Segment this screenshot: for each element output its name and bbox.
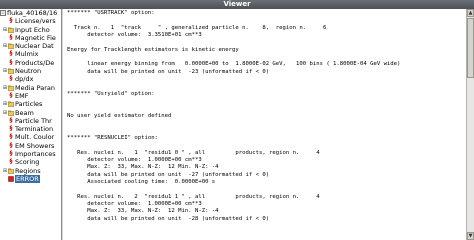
section-icon: §	[9, 50, 13, 58]
output-line: data will be printed on unit -28 (unform…	[67, 215, 270, 222]
folder-icon	[8, 27, 14, 33]
output-line: Associated cooling time: 0.0000E+00 s	[67, 178, 216, 185]
sidebar-item-license-vers[interactable]: § License/vers	[0, 17, 61, 25]
output-line: detector volume: 1.0000E+00 cm**3	[67, 200, 202, 207]
sidebar-item-label: Particles	[15, 100, 43, 109]
sidebar-item-label: Products/De	[15, 58, 55, 67]
sidebar-item-error[interactable]: ERROR	[0, 174, 61, 184]
section-icon: §	[9, 141, 13, 149]
output-line: ******* "RESNUCLEI" option:	[67, 134, 158, 141]
scroll-thumb[interactable]	[467, 18, 474, 78]
sidebar-item-products-de[interactable]: § Products/De	[0, 59, 61, 67]
sidebar-item-importances[interactable]: § Importances	[0, 150, 61, 158]
sidebar-item-beam[interactable]: ⊞ Beam	[0, 109, 61, 117]
sidebar-item-termination[interactable]: § Termination	[0, 125, 61, 133]
folder-icon	[8, 110, 14, 116]
scroll-down-arrow-icon[interactable]: ▼	[467, 232, 474, 240]
output-line: Max. Z: 33, Max. N-Z: 12 Min. N-Z: -4	[67, 164, 219, 171]
output-text: ******* "USRTRACK" option: Track n. 1 "t…	[63, 9, 466, 223]
sidebar-item-label: Input Echo	[15, 25, 50, 34]
section-icon: §	[9, 150, 13, 158]
output-line: Energy for Tracklength estimators is kin…	[67, 46, 239, 53]
sidebar-item-em-showers[interactable]: § EM Showers	[0, 142, 61, 150]
document-icon	[0, 10, 6, 16]
sidebar-item-nuclear-dat[interactable]: ⊞ Nuclear Dat	[0, 42, 61, 50]
sidebar-item-label: dp/dx	[15, 75, 34, 84]
sidebar-item-label: Media Paran	[15, 83, 55, 92]
sidebar-item-magnetic-fie[interactable]: § Magnetic Fie	[0, 34, 61, 42]
sidebar-item-label: Regions	[15, 166, 41, 175]
sidebar-item-input-echo[interactable]: ⊞ Input Echo	[0, 26, 61, 34]
output-line: ******* "Usryield" option:	[67, 90, 155, 97]
folder-icon	[8, 43, 14, 50]
sidebar-item-neutron[interactable]: ⊞ Neutron	[0, 67, 61, 75]
sidebar-item-particle-thr[interactable]: § Particle Thr	[0, 117, 61, 125]
sidebar-item-mult-coulor[interactable]: § Mult. Coulor	[0, 133, 61, 141]
section-icon: §	[9, 91, 13, 99]
output-line: linear energy binning from 0.0000E+00 to…	[67, 61, 401, 68]
sidebar-item-label: Particle Thr	[15, 116, 52, 125]
sidebar-item-label: Nuclear Dat	[15, 42, 54, 51]
output-line: No user yield estimator defined	[67, 112, 172, 119]
output-line: data will be printed on unit -27 (unform…	[67, 171, 270, 178]
output-line: Res. nuclei n. 2 "residu1 1 " , all prod…	[67, 193, 320, 200]
sidebar-item-label: ERROR	[15, 174, 40, 184]
sidebar-item-label: Mulmix	[15, 50, 39, 59]
error-icon	[8, 176, 14, 182]
vertical-scrollbar[interactable]: ▲ ▼	[466, 9, 474, 240]
sidebar-item-dp-dx[interactable]: § dp/dx	[0, 75, 61, 83]
sidebar-item-label: Magnetic Fie	[15, 33, 56, 42]
window-title: Viewer	[0, 0, 474, 9]
output-viewer[interactable]: ******* "USRTRACK" option: Track n. 1 "t…	[63, 9, 466, 240]
tree-root-label: fluka_40168/16	[7, 9, 58, 17]
sidebar-item-mulmix[interactable]: § Mulmix	[0, 50, 61, 58]
sidebar-item-label: Scoring	[15, 158, 40, 167]
folder-icon	[8, 101, 14, 108]
section-icon: §	[9, 133, 13, 141]
sidebar-item-media-paran[interactable]: ⊞ Media Paran	[0, 84, 61, 92]
folder-icon	[8, 85, 14, 91]
sidebar-item-emf[interactable]: § EMF	[0, 92, 61, 100]
section-icon: §	[9, 125, 13, 133]
output-line: Res. nuclei n. 1 "residu1 0 " , all prod…	[67, 149, 320, 156]
section-icon: §	[9, 75, 13, 83]
sidebar-item-label: Termination	[15, 125, 54, 134]
sidebar-item-label: Neutron	[15, 67, 42, 76]
sidebar-item-label: Mult. Coulor	[15, 133, 55, 142]
output-line: detector volume: 1.0000E+00 cm**3	[67, 156, 202, 163]
section-icon: §	[9, 116, 13, 124]
sidebar-item-label: EMF	[15, 91, 29, 100]
sidebar-item-regions[interactable]: ⊞ Regions	[0, 167, 61, 175]
section-icon: §	[9, 58, 13, 66]
sidebar-tree[interactable]: fluka_40168/16 § License/vers ⊞ Input Echo §…	[0, 9, 62, 240]
sidebar-item-label: Importances	[15, 150, 56, 159]
sidebar-item-label: Beam	[15, 108, 34, 117]
output-line: ******* "USRTRACK" option:	[67, 10, 155, 16]
output-line: data will be printed on unit -23 (unform…	[67, 68, 270, 75]
scroll-up-arrow-icon[interactable]: ▲	[467, 9, 474, 17]
tree-root[interactable]: fluka_40168/16	[0, 9, 61, 17]
section-icon: §	[9, 158, 13, 166]
folder-icon	[8, 68, 14, 74]
sidebar-item-particles[interactable]: ⊞ Particles	[0, 100, 61, 108]
sidebar-item-label: EM Showers	[15, 141, 55, 150]
output-line: Max. Z: 33, Max. N-Z: 12 Min. N-Z: -4	[67, 208, 219, 215]
output-line: detector volume: 3.3510E+01 cm**3	[67, 32, 202, 39]
sidebar-item-scoring[interactable]: § Scoring	[0, 158, 61, 166]
section-icon: §	[9, 33, 13, 41]
sidebar-item-label: License/vers	[15, 17, 56, 26]
folder-icon	[8, 168, 14, 174]
section-icon: §	[9, 17, 13, 25]
output-line: Track n. 1 "track " , generalized partic…	[67, 24, 327, 31]
